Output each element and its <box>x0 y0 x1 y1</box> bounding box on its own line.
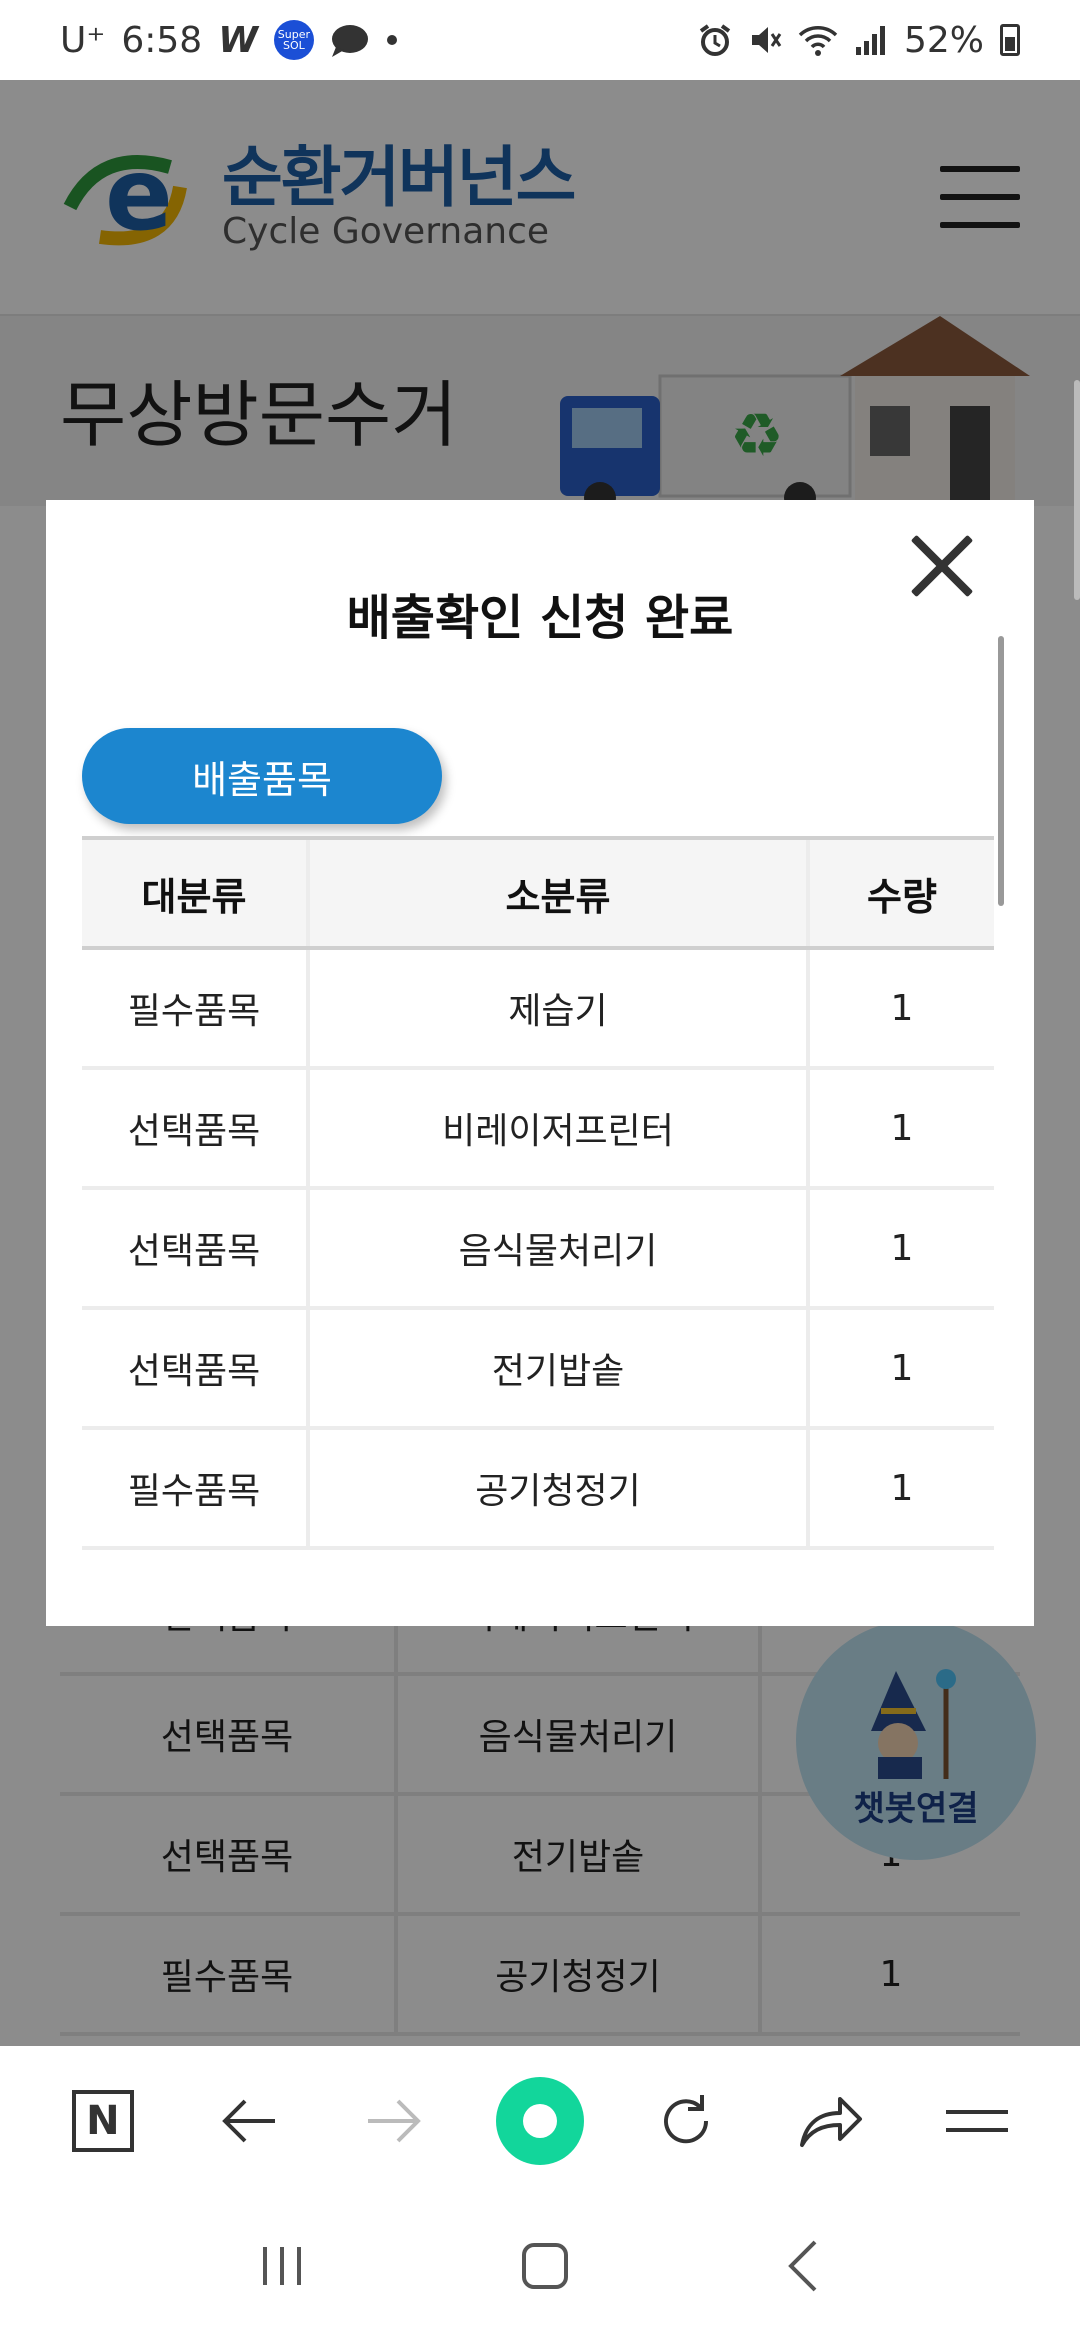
home-button[interactable] <box>520 2241 570 2295</box>
alarm-icon <box>698 23 732 57</box>
item-cell: 음식물처리기 <box>306 1188 808 1310</box>
status-bar: U⁺ 6:58 W Super SOL 52% <box>0 0 1080 80</box>
modal-title: 배출확인 신청 완료 <box>346 590 734 646</box>
refresh-icon <box>663 2095 708 2144</box>
status-right: 52% <box>698 20 1020 61</box>
naver-home-button[interactable]: N <box>58 2076 148 2166</box>
table-row: 선택품목 비레이저프린터 1 <box>82 1068 994 1190</box>
quantity-cell: 1 <box>806 1308 994 1430</box>
quantity-cell: 1 <box>806 1188 994 1310</box>
chevron-left-icon <box>788 2240 817 2292</box>
table-row: 필수품목 제습기 1 <box>82 948 994 1070</box>
back-button[interactable] <box>204 2076 294 2166</box>
category-cell: 필수품목 <box>82 948 308 1070</box>
category-cell: 선택품목 <box>82 1188 308 1310</box>
table-header-row: 대분류 소분류 수량 <box>82 836 994 950</box>
w-app-icon: W <box>218 19 258 61</box>
recent-apps-icon <box>262 2247 301 2285</box>
double-line-menu-icon <box>946 2110 1009 2132</box>
item-cell: 공기청정기 <box>306 1428 808 1550</box>
sol-app-icon: Super SOL <box>273 20 314 60</box>
green-dot-icon <box>495 2077 584 2165</box>
battery-percent: 52% <box>903 19 984 61</box>
carrier-label: U⁺ <box>60 19 106 61</box>
wifi-icon <box>798 23 838 57</box>
arrow-right-icon <box>368 2099 422 2143</box>
browser-menu-button[interactable] <box>932 2076 1022 2166</box>
category-cell: 선택품목 <box>82 1068 308 1190</box>
modal-scrollbar[interactable] <box>998 636 1004 906</box>
clock: 6:58 <box>121 19 203 61</box>
item-category-tab[interactable]: 배출품목 <box>82 728 442 824</box>
system-nav-bar <box>0 2196 1080 2340</box>
arrow-left-icon <box>221 2099 275 2143</box>
notification-dot-icon <box>386 34 398 46</box>
column-header: 소분류 <box>306 836 808 950</box>
table-row: 선택품목 음식물처리기 1 <box>82 1188 994 1310</box>
item-cell: 전기밥솥 <box>306 1308 808 1430</box>
confirmation-modal: 배출확인 신청 완료 배출품목 대분류 소분류 수량 필수품목 제습기 1 선택… <box>46 500 1034 1626</box>
chat-bubble-icon <box>330 23 370 57</box>
category-cell: 선택품목 <box>82 1308 308 1430</box>
refresh-button[interactable] <box>641 2076 731 2166</box>
green-dot-button[interactable] <box>495 2076 585 2166</box>
naver-n-icon: N <box>71 2090 134 2152</box>
item-cell: 비레이저프린터 <box>306 1068 808 1190</box>
quantity-cell: 1 <box>806 948 994 1070</box>
status-left: U⁺ 6:58 W Super SOL <box>60 20 398 61</box>
browser-toolbar: N <box>0 2046 1080 2196</box>
quantity-cell: 1 <box>806 1068 994 1190</box>
share-arrow-icon <box>800 2097 863 2147</box>
table-row: 선택품목 전기밥솥 1 <box>82 1308 994 1430</box>
battery-icon <box>1000 24 1020 56</box>
table-row: 필수품목 공기청정기 1 <box>82 1428 994 1550</box>
item-table: 대분류 소분류 수량 필수품목 제습기 1 선택품목 비레이저프린터 1 선택품… <box>82 836 994 1550</box>
column-header: 대분류 <box>82 836 308 950</box>
page-scrollbar[interactable] <box>1074 380 1080 600</box>
forward-button[interactable] <box>349 2076 439 2166</box>
quantity-cell: 1 <box>806 1428 994 1550</box>
share-button[interactable] <box>786 2076 876 2166</box>
category-cell: 필수품목 <box>82 1428 308 1550</box>
home-square-icon <box>521 2243 568 2289</box>
mute-icon <box>748 23 782 57</box>
system-back-button[interactable] <box>783 2238 823 2298</box>
column-header: 수량 <box>806 836 994 950</box>
recent-apps-button[interactable] <box>257 2241 307 2295</box>
signal-icon <box>854 23 888 57</box>
item-cell: 제습기 <box>306 948 808 1070</box>
